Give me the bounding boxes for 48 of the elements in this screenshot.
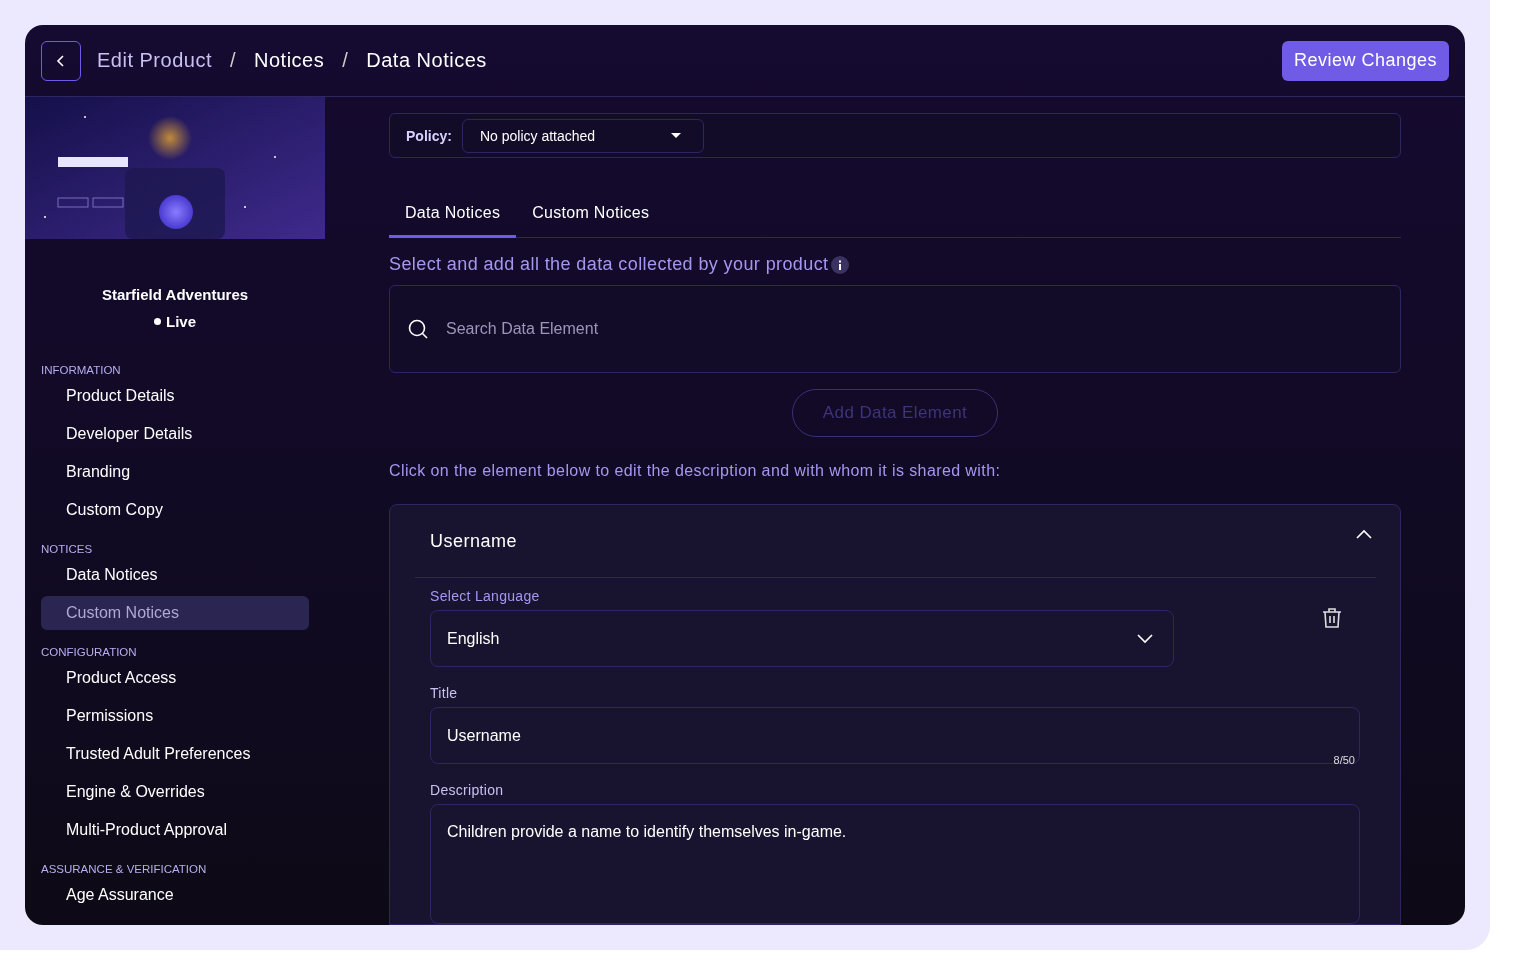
chevron-down-icon xyxy=(1137,633,1153,644)
intro-text: Select and add all the data collected by your product xyxy=(389,254,829,275)
nav-item[interactable]: Permissions xyxy=(41,699,309,733)
back-icon xyxy=(55,53,67,68)
nav-item[interactable]: Developer Details xyxy=(41,417,309,451)
policy-label: Policy: xyxy=(406,127,452,144)
search-field[interactable]: Search Data Element xyxy=(389,285,1401,373)
dropdown-caret-icon xyxy=(670,132,681,139)
breadcrumb-item: Notices xyxy=(254,49,325,72)
character-counter: 8/50 xyxy=(1333,754,1355,766)
nav-item[interactable]: Data Notices xyxy=(41,558,309,592)
field-label: Description xyxy=(430,782,505,798)
nav-item[interactable]: Product Access xyxy=(41,661,309,695)
section-heading: ASSURANCE & VERIFICATION xyxy=(40,863,208,875)
nav-item[interactable]: Custom Notices xyxy=(41,596,309,630)
policy-dropdown[interactable]: No policy attached xyxy=(461,118,704,153)
review-changes-button[interactable]: Review Changes xyxy=(1281,40,1449,81)
section-heading: INFORMATION xyxy=(40,364,122,376)
back-button[interactable] xyxy=(41,40,81,81)
breadcrumb-separator: / xyxy=(229,49,236,72)
description-textarea[interactable]: Children provide a name to identify themselves in-game. xyxy=(430,804,1360,924)
element-name[interactable]: Username xyxy=(430,530,518,552)
nav-item[interactable]: Age Assurance xyxy=(41,878,309,912)
tab[interactable]: Data Notices xyxy=(389,192,517,238)
language-dropdown[interactable]: English xyxy=(430,610,1174,667)
chevron-up-icon[interactable] xyxy=(1356,529,1372,539)
title-input[interactable]: Username 8/50 xyxy=(430,707,1360,764)
nav-item[interactable]: Multi-Product Approval xyxy=(41,813,309,847)
nav-item[interactable]: Branding xyxy=(41,455,309,489)
breadcrumb-link[interactable]: Edit Product xyxy=(97,49,212,72)
breadcrumb-item: Data Notices xyxy=(366,49,487,72)
nav-item[interactable]: Product Details xyxy=(41,379,309,413)
tab[interactable]: Custom Notices xyxy=(516,192,666,238)
status-dot xyxy=(154,318,161,325)
status-label: Live xyxy=(166,313,196,330)
section-heading: NOTICES xyxy=(40,543,94,555)
info-icon[interactable] xyxy=(831,255,850,274)
section-heading: CONFIGURATION xyxy=(40,646,138,658)
nav-item[interactable]: Engine & Overrides xyxy=(41,775,309,809)
trash-icon[interactable] xyxy=(1322,607,1342,629)
nav-item[interactable]: Trusted Adult Preferences xyxy=(41,737,309,771)
breadcrumb-separator: / xyxy=(342,49,349,72)
field-label: Title xyxy=(430,685,459,701)
field-label: Select Language xyxy=(430,588,541,604)
instruction-text: Click on the element below to edit the description and with whom it is shared with: xyxy=(389,462,1002,480)
nav-item[interactable]: Custom Copy xyxy=(41,493,309,527)
search-icon xyxy=(407,318,429,340)
product-name: Starfield Adventures xyxy=(100,286,250,303)
